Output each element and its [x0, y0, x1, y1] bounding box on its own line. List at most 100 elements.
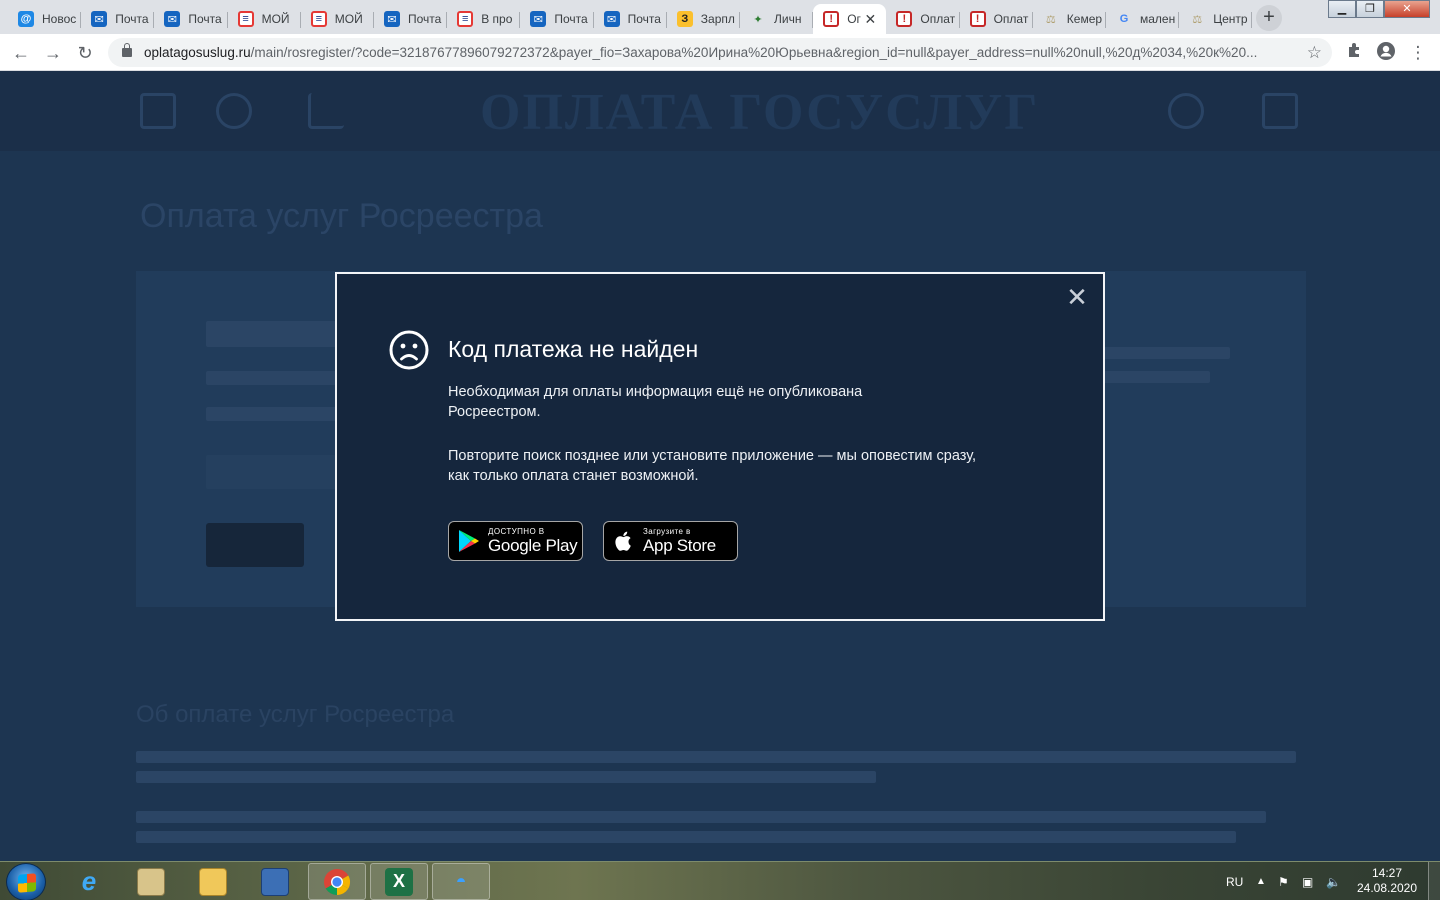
browser-tab[interactable]: @ Новос: [8, 4, 82, 34]
browser-tab-title: Ог: [847, 12, 861, 26]
taskbar-excel[interactable]: X: [370, 863, 428, 900]
browser-tab[interactable]: ✉ Почта: [594, 4, 667, 34]
volume-icon[interactable]: 🔈: [1326, 862, 1341, 900]
browser-tab-title: Почта: [554, 12, 588, 26]
browser-tab-title: Оплат: [993, 12, 1029, 26]
apple-icon: [615, 531, 631, 551]
mail-icon: ✉: [91, 11, 108, 27]
language-indicator[interactable]: RU: [1226, 862, 1243, 900]
browser-tab-title: Почта: [408, 12, 442, 26]
mail-icon: ✉: [530, 11, 547, 27]
browser-tab[interactable]: ! Оплат: [886, 4, 960, 34]
browser-tab-title: Почта: [627, 12, 661, 26]
app-swoosh-icon: ◓: [455, 871, 467, 891]
browser-tab[interactable]: ✦ Личн: [740, 4, 814, 34]
mail-icon: ✉: [384, 11, 400, 27]
bookmark-star-icon[interactable]: ☆: [1307, 43, 1322, 63]
taskbar-clock[interactable]: 14:27 24.08.2020: [1352, 866, 1422, 896]
extensions-puzzle-icon[interactable]: [1342, 41, 1366, 65]
reload-icon[interactable]: ↻: [72, 40, 98, 66]
browser-toolbar: ← → ↻ oplatagosuslug.ru/main/rosregister…: [0, 34, 1440, 71]
header-icon: [308, 93, 344, 129]
clock-date: 24.08.2020: [1356, 881, 1418, 895]
header-icon: [140, 93, 176, 129]
browser-tab[interactable]: ✉ Почта: [374, 4, 448, 34]
taskbar-app[interactable]: [122, 863, 180, 900]
app-store-big-text: App Store: [643, 536, 716, 555]
taskbar-remote-desktop[interactable]: [246, 863, 304, 900]
lock-icon[interactable]: [122, 43, 132, 57]
taskbar-chrome[interactable]: [308, 863, 366, 900]
at-mail-icon: @: [18, 11, 34, 27]
chrome-icon: [324, 868, 351, 895]
computer-icon: [261, 867, 289, 896]
mail-icon: ✉: [603, 11, 620, 27]
google-play-big-text: Google Play: [488, 536, 578, 555]
browser-tab-title: Кемер: [1066, 12, 1103, 26]
browser-tab[interactable]: Gмален: [1106, 4, 1180, 34]
mail-icon: ✉: [164, 11, 181, 27]
browser-tab[interactable]: ✉ Почта: [154, 4, 228, 34]
new-tab-button[interactable]: +: [1256, 5, 1282, 31]
google-play-badge[interactable]: ДОСТУПНО В Google Play: [448, 521, 583, 561]
maximize-button[interactable]: ❐: [1356, 0, 1384, 18]
page-title: Оплата услуг Росреестра: [140, 197, 543, 235]
sad-face-icon: [389, 330, 429, 370]
action-center-flag-icon[interactable]: ⚑: [1278, 862, 1289, 900]
browser-tab-title: МОЙ: [334, 12, 363, 26]
browser-tab[interactable]: ⚖ Центр: [1179, 4, 1253, 34]
header-icon: [216, 93, 252, 129]
excel-icon: X: [385, 867, 413, 896]
minimize-button[interactable]: ▁: [1328, 0, 1356, 18]
browser-tab[interactable]: З Зарпл: [667, 4, 740, 34]
browser-tab[interactable]: ≡ В про: [447, 4, 521, 34]
browser-tab[interactable]: ✉ Почта: [81, 4, 155, 34]
browser-tab[interactable]: ! Ог ✕: [813, 4, 887, 34]
site-header: ОПЛАТА ГОСУСЛУГ: [0, 71, 1440, 151]
user-icon: [1168, 93, 1204, 129]
modal-text-info: Необходимая для оплаты информация ещё не…: [448, 384, 863, 420]
section-title: Об оплате услуг Росреестра: [136, 701, 455, 728]
browser-tab[interactable]: ≡ МОЙ: [301, 4, 374, 34]
show-desktop-button[interactable]: [1428, 862, 1440, 900]
back-arrow-icon[interactable]: ←: [8, 40, 34, 66]
scales-icon: ⚖: [1045, 13, 1056, 26]
menu-icon: [1262, 93, 1298, 129]
stop-icon: !: [896, 11, 913, 27]
url-text[interactable]: oplatagosuslug.ru/main/rosregister/?code…: [144, 45, 1294, 60]
modal-close-icon[interactable]: ✕: [1065, 284, 1089, 310]
section-text-placeholder: [136, 771, 876, 783]
window-close-button[interactable]: ✕: [1384, 0, 1430, 18]
address-bar[interactable]: oplatagosuslug.ru/main/rosregister/?code…: [108, 38, 1332, 67]
google-play-icon: [459, 530, 479, 552]
browser-tab[interactable]: ⚖ Кемер: [1033, 4, 1106, 34]
forward-arrow-icon[interactable]: →: [40, 40, 66, 66]
taskbar-internet-explorer[interactable]: e: [60, 863, 118, 900]
payment-not-found-modal: ✕ Код платежа не найден Необходимая для …: [335, 272, 1105, 621]
tab-separator: [1251, 12, 1253, 28]
taskbar-explorer[interactable]: [184, 863, 242, 900]
tray-expand-icon[interactable]: ▲: [1256, 862, 1266, 900]
window-controls: ▁ ❐ ✕: [1328, 0, 1430, 18]
menu-kebab-icon[interactable]: ⋮: [1406, 41, 1430, 65]
browser-tab-title: Личн: [774, 12, 802, 26]
tab-close-icon[interactable]: ✕: [862, 11, 878, 28]
browser-tab-title: В про: [481, 12, 513, 26]
app-store-small-text: Загрузите в: [643, 527, 691, 536]
google-icon: G: [1119, 13, 1129, 25]
stop-icon: !: [969, 11, 986, 27]
start-button[interactable]: [6, 863, 46, 900]
internet-explorer-icon: e: [81, 866, 97, 896]
zarplata-icon: З: [676, 11, 693, 27]
browser-tab[interactable]: ≡ МОЙ: [228, 4, 301, 34]
section-text-placeholder: [136, 831, 1236, 843]
section-text-placeholder: [136, 751, 1296, 763]
leaf-icon: ✦: [753, 13, 763, 26]
browser-tab-title: Почта: [115, 12, 149, 26]
network-icon[interactable]: ▣: [1302, 862, 1313, 900]
app-store-badge[interactable]: Загрузите в App Store: [603, 521, 738, 561]
profile-avatar-icon[interactable]: [1374, 41, 1398, 65]
browser-tab[interactable]: ✉ Почта: [520, 4, 594, 34]
browser-tab[interactable]: ! Оплат: [960, 4, 1033, 34]
taskbar-app-running[interactable]: ◓: [432, 863, 490, 900]
